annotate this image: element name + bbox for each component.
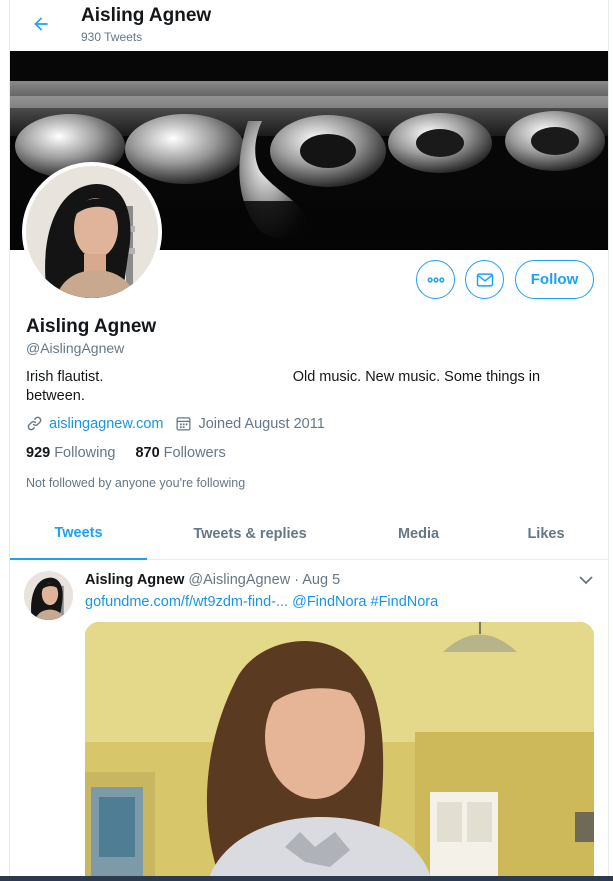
profile-handle: @AislingAgnew bbox=[26, 340, 125, 356]
arrow-left-icon bbox=[34, 17, 48, 31]
tweet-text: gofundme.com/f/wt9zdm-find-... @FindNora… bbox=[85, 594, 438, 610]
profile-bio: Irish flautist. Old music. New music. So… bbox=[26, 369, 541, 404]
profile-name: Aisling Agnew bbox=[26, 316, 157, 337]
joined-date: Joined August 2011 bbox=[198, 415, 325, 432]
tweet-header: Aisling Agnew @AislingAgnew · Aug 5 bbox=[85, 572, 340, 588]
follow-button[interactable]: Follow bbox=[515, 260, 594, 299]
profile-header: Aisling Agnew 930 Tweets bbox=[10, 0, 608, 50]
tab-media[interactable]: Media bbox=[370, 508, 467, 560]
profile-tabs: Tweets Tweets & replies Media Likes bbox=[10, 508, 608, 560]
tweet-photo-image bbox=[85, 622, 594, 881]
tweet-link[interactable]: gofundme.com/f/wt9zdm-find-... bbox=[85, 594, 288, 610]
not-followed-note: Not followed by anyone you're following bbox=[26, 476, 246, 490]
followers-count: 870 bbox=[135, 445, 160, 461]
tweet-hashtag[interactable]: #FindNora bbox=[371, 594, 439, 610]
tweet-media-photo[interactable] bbox=[85, 622, 594, 881]
profile-avatar[interactable] bbox=[22, 162, 162, 302]
followers-link[interactable]: 870 Followers bbox=[135, 445, 225, 461]
more-button[interactable] bbox=[416, 260, 455, 299]
back-button[interactable] bbox=[27, 10, 55, 38]
tweet-avatar-image bbox=[24, 571, 73, 620]
profile-stats: 929 Following 870 Followers bbox=[26, 445, 246, 461]
following-link[interactable]: 929 Following bbox=[26, 445, 115, 461]
tweet[interactable]: Aisling Agnew @AislingAgnew · Aug 5 gofu… bbox=[10, 561, 608, 881]
tweet-handle-date: @AislingAgnew · Aug 5 bbox=[188, 572, 341, 588]
chevron-down-icon bbox=[579, 576, 593, 585]
tweet-mention[interactable]: @FindNora bbox=[292, 594, 366, 610]
tweet-menu-button[interactable] bbox=[578, 573, 594, 587]
calendar-icon bbox=[176, 417, 191, 431]
envelope-icon bbox=[476, 272, 493, 287]
tab-tweets-replies[interactable]: Tweets & replies bbox=[170, 508, 330, 560]
more-dots-icon bbox=[427, 276, 444, 283]
tweet-author-name[interactable]: Aisling Agnew bbox=[85, 572, 184, 588]
tab-tweets[interactable]: Tweets bbox=[10, 508, 147, 560]
link-icon bbox=[27, 416, 42, 431]
tab-likes[interactable]: Likes bbox=[510, 508, 582, 560]
following-count: 929 bbox=[26, 445, 51, 461]
profile-column: Aisling Agnew 930 Tweets Follow Aisling … bbox=[9, 0, 609, 881]
following-label: Following bbox=[54, 445, 116, 461]
profile-meta: aislingagnew.com Joined August 2011 bbox=[26, 415, 325, 432]
website-link[interactable]: aislingagnew.com bbox=[49, 416, 163, 432]
message-button[interactable] bbox=[465, 260, 504, 299]
taskbar-edge bbox=[0, 876, 613, 881]
followers-label: Followers bbox=[163, 445, 226, 461]
header-tweet-count: 930 Tweets bbox=[81, 30, 143, 44]
tweet-avatar[interactable] bbox=[24, 571, 73, 620]
avatar-image bbox=[26, 166, 158, 298]
header-name: Aisling Agnew bbox=[81, 5, 212, 26]
